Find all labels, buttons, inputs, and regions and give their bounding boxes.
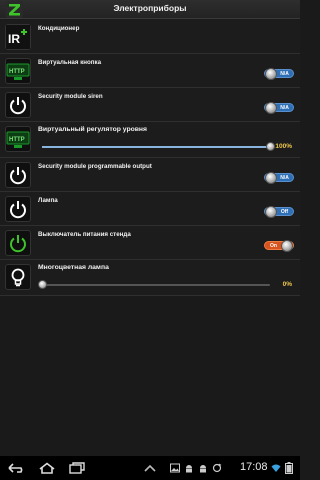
state-toggle[interactable]: N/A: [264, 172, 294, 184]
state-toggle[interactable]: N/A: [264, 102, 294, 114]
level-slider[interactable]: [42, 142, 275, 151]
svg-text:HTTP: HTTP: [9, 69, 25, 75]
android-icon: [198, 463, 208, 473]
image-icon: [170, 463, 180, 473]
device-name: Виртуальная кнопка: [38, 59, 102, 66]
state-toggle[interactable]: N/A: [264, 68, 294, 80]
recent-apps-icon[interactable]: [66, 461, 88, 475]
toggle-label: On: [270, 243, 277, 249]
device-name: Лампа: [38, 197, 58, 204]
level-slider[interactable]: [38, 280, 270, 289]
device-name: Security module siren: [38, 93, 103, 100]
http-icon: HTTP: [5, 126, 31, 152]
device-name: Виртуальный регулятор уровня: [38, 126, 148, 133]
toggle-knob[interactable]: [281, 240, 293, 252]
bulb-icon: [5, 264, 31, 290]
device-name: Кондиционер: [38, 25, 80, 32]
toggle-knob[interactable]: [265, 68, 277, 80]
device-name: Многоцветная лампа: [38, 264, 109, 271]
toggle-label: N/A: [280, 71, 289, 77]
power-green-icon: [5, 230, 31, 256]
toggle-label: N/A: [280, 105, 289, 111]
power-icon: [5, 92, 31, 118]
device-row-conditioner[interactable]: IR Кондиционер: [0, 20, 300, 54]
http-icon: HTTP: [5, 58, 31, 84]
device-list: IR Кондиционер HTTP Виртуальная кнопка N…: [0, 20, 300, 296]
battery-icon: [284, 462, 294, 474]
power-icon: [5, 196, 31, 222]
slider-knob[interactable]: [38, 280, 47, 289]
toggle-knob[interactable]: [265, 102, 277, 114]
device-row-programmable-output: Security module programmable output N/A: [0, 158, 300, 192]
toggle-label: N/A: [280, 175, 289, 181]
slider-fill: [42, 146, 270, 148]
device-name: Security module programmable output: [38, 163, 152, 170]
chevron-up-icon[interactable]: [139, 461, 161, 475]
device-row-multicolor-lamp: Многоцветная лампа 0%: [0, 260, 300, 296]
android-icon: [184, 463, 194, 473]
app-header: Электроприборы: [0, 0, 300, 19]
back-icon[interactable]: [6, 461, 28, 475]
wifi-icon: [271, 463, 281, 473]
slider-knob[interactable]: [266, 142, 275, 151]
toggle-knob[interactable]: [265, 172, 277, 184]
state-toggle[interactable]: Off: [264, 206, 294, 218]
device-row-stand-power: Выключатель питания стенда On: [0, 226, 300, 260]
device-name: Выключатель питания стенда: [38, 231, 131, 238]
device-row-virtual-button: HTTP Виртуальная кнопка N/A: [0, 54, 300, 88]
device-row-siren: Security module siren N/A: [0, 88, 300, 122]
sync-icon: [212, 463, 222, 473]
system-nav-bar: 17:08: [0, 456, 300, 480]
toggle-knob[interactable]: [265, 206, 277, 218]
ir-icon: IR: [5, 24, 31, 50]
home-icon[interactable]: [36, 461, 58, 475]
device-row-lamp: Лампа Off: [0, 192, 300, 226]
slider-value: 100%: [275, 143, 292, 150]
slider-value: 0%: [282, 281, 292, 288]
clock: 17:08: [240, 461, 268, 473]
svg-text:IR: IR: [8, 32, 20, 46]
svg-text:HTTP: HTTP: [9, 137, 25, 143]
power-icon: [5, 162, 31, 188]
device-row-level-regulator: HTTP Виртуальный регулятор уровня 100%: [0, 122, 300, 158]
toggle-label: Off: [280, 209, 289, 215]
page-title: Электроприборы: [113, 3, 187, 13]
state-toggle[interactable]: On: [264, 240, 294, 252]
